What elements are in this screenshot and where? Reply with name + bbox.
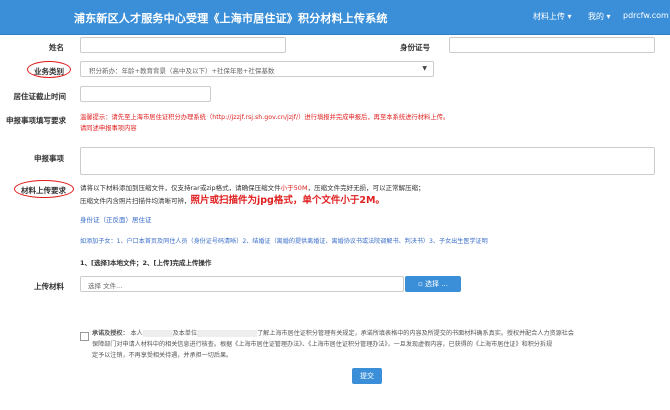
nav-materials-label: 材料上传 — [533, 12, 565, 21]
name-input[interactable] — [80, 37, 286, 53]
doc-list-children: 如添加子女：1、户口本首页及同住人员（身份证号码清晰）2、结婚证（离婚的提供离婚… — [80, 238, 488, 245]
residence-deadline-input[interactable] — [80, 86, 211, 102]
redacted-name — [142, 329, 173, 337]
upload-req-line1-a: 请将以下材料添加到压缩文件，仅支持rar或zip格式，请确保压缩文件 — [80, 184, 281, 192]
upload-req-line1: 请将以下材料添加到压缩文件，仅支持rar或zip格式，请确保压缩文件小于50M，… — [80, 182, 425, 194]
idcard-label: 身份证号 — [400, 43, 430, 52]
top-navbar: 浦东新区人才服务中心受理《上海市居住证》积分材料上传系统 材料上传 ▾ 我的 ▾… — [0, 0, 670, 35]
upload-steps: 1、[选择]本地文件；2、[上传]完成上传操作 — [80, 259, 212, 267]
file-path-input[interactable]: 选择 文件... — [80, 276, 404, 292]
nav-materials-upload[interactable]: 材料上传 ▾ — [533, 11, 572, 22]
app-title: 浦东新区人才服务中心受理《上海市居住证》积分材料上传系统 — [74, 12, 388, 25]
nav-mine[interactable]: 我的 ▾ — [588, 11, 611, 22]
chevron-down-icon: ▾ — [606, 12, 611, 21]
upload-req-size-limit: 小于50M — [280, 184, 308, 192]
requirements-subhint: 请同述申报事项内容 — [80, 125, 137, 132]
nav-user[interactable]: pdrcfw.com — [623, 11, 669, 20]
residence-deadline-label: 居住证截止时间 — [13, 92, 67, 101]
matters-label: 申报事项 — [34, 154, 64, 163]
upload-req-line2: 压缩文件内含照片扫描件均清晰可辨，照片或扫描件为jpg格式，单个文件小于2M。 — [80, 195, 385, 207]
upload-requirements-label: 材料上传要求 — [21, 186, 66, 195]
redacted-company — [197, 329, 258, 337]
promise-text-2: 及本单位 — [172, 330, 198, 337]
select-file-button[interactable]: ▫ 选择 ... — [405, 276, 461, 292]
submit-button[interactable]: 提交 — [352, 368, 382, 384]
promise-text-3: 了解上海市居住证积分管理有关规定，承诺所填表格中的内容及所提交的书面材料确系真实… — [257, 330, 574, 337]
chevron-down-icon: ▼ — [422, 65, 427, 72]
business-type-select[interactable]: 积分新办：年龄+教育背景（高中及以下）+社保年限+社保基数 ▼ — [80, 61, 434, 77]
upload-req-line2-a: 压缩文件内含照片扫描件均清晰可辨， — [80, 197, 191, 205]
promise-text: 承诺及授权： 本人 及本单位 了解上海市居住证积分管理有关规定，承诺所填表格中的内容… — [92, 328, 658, 361]
chevron-down-icon: ▾ — [567, 12, 572, 21]
promise-text-1: 本人 — [130, 330, 143, 337]
matters-textarea[interactable] — [80, 147, 655, 175]
doc-list-idcard: 身份证（正反面）居住证 — [80, 216, 152, 224]
name-label: 姓名 — [49, 43, 64, 52]
promise-text-5: 定予以注销，不再享受相关待遇，并承担一切后果。 — [92, 352, 233, 359]
upload-material-label: 上传材料 — [34, 282, 64, 291]
nav-mine-label: 我的 — [588, 12, 604, 21]
business-type-value: 积分新办：年龄+教育背景（高中及以下）+社保年限+社保基数 — [89, 67, 275, 75]
idcard-input[interactable] — [449, 37, 655, 53]
file-path-placeholder: 选择 文件... — [88, 282, 123, 290]
promise-title: 承诺及授权： — [92, 330, 129, 337]
business-type-label: 业务类别 — [34, 67, 64, 76]
upload-req-format: 照片或扫描件为jpg格式，单个文件小于2M。 — [190, 195, 385, 206]
upload-req-line1-c: ，压缩文件完好无损，可以正常解压缩； — [307, 184, 425, 192]
requirements-label: 申报事项填写要求 — [6, 116, 66, 125]
promise-text-4: 保障部门对申请人材料中的相关信息进行核查。根据《上海市居住证管理办法》、《上海市… — [92, 341, 553, 348]
promise-checkbox[interactable] — [80, 332, 89, 341]
